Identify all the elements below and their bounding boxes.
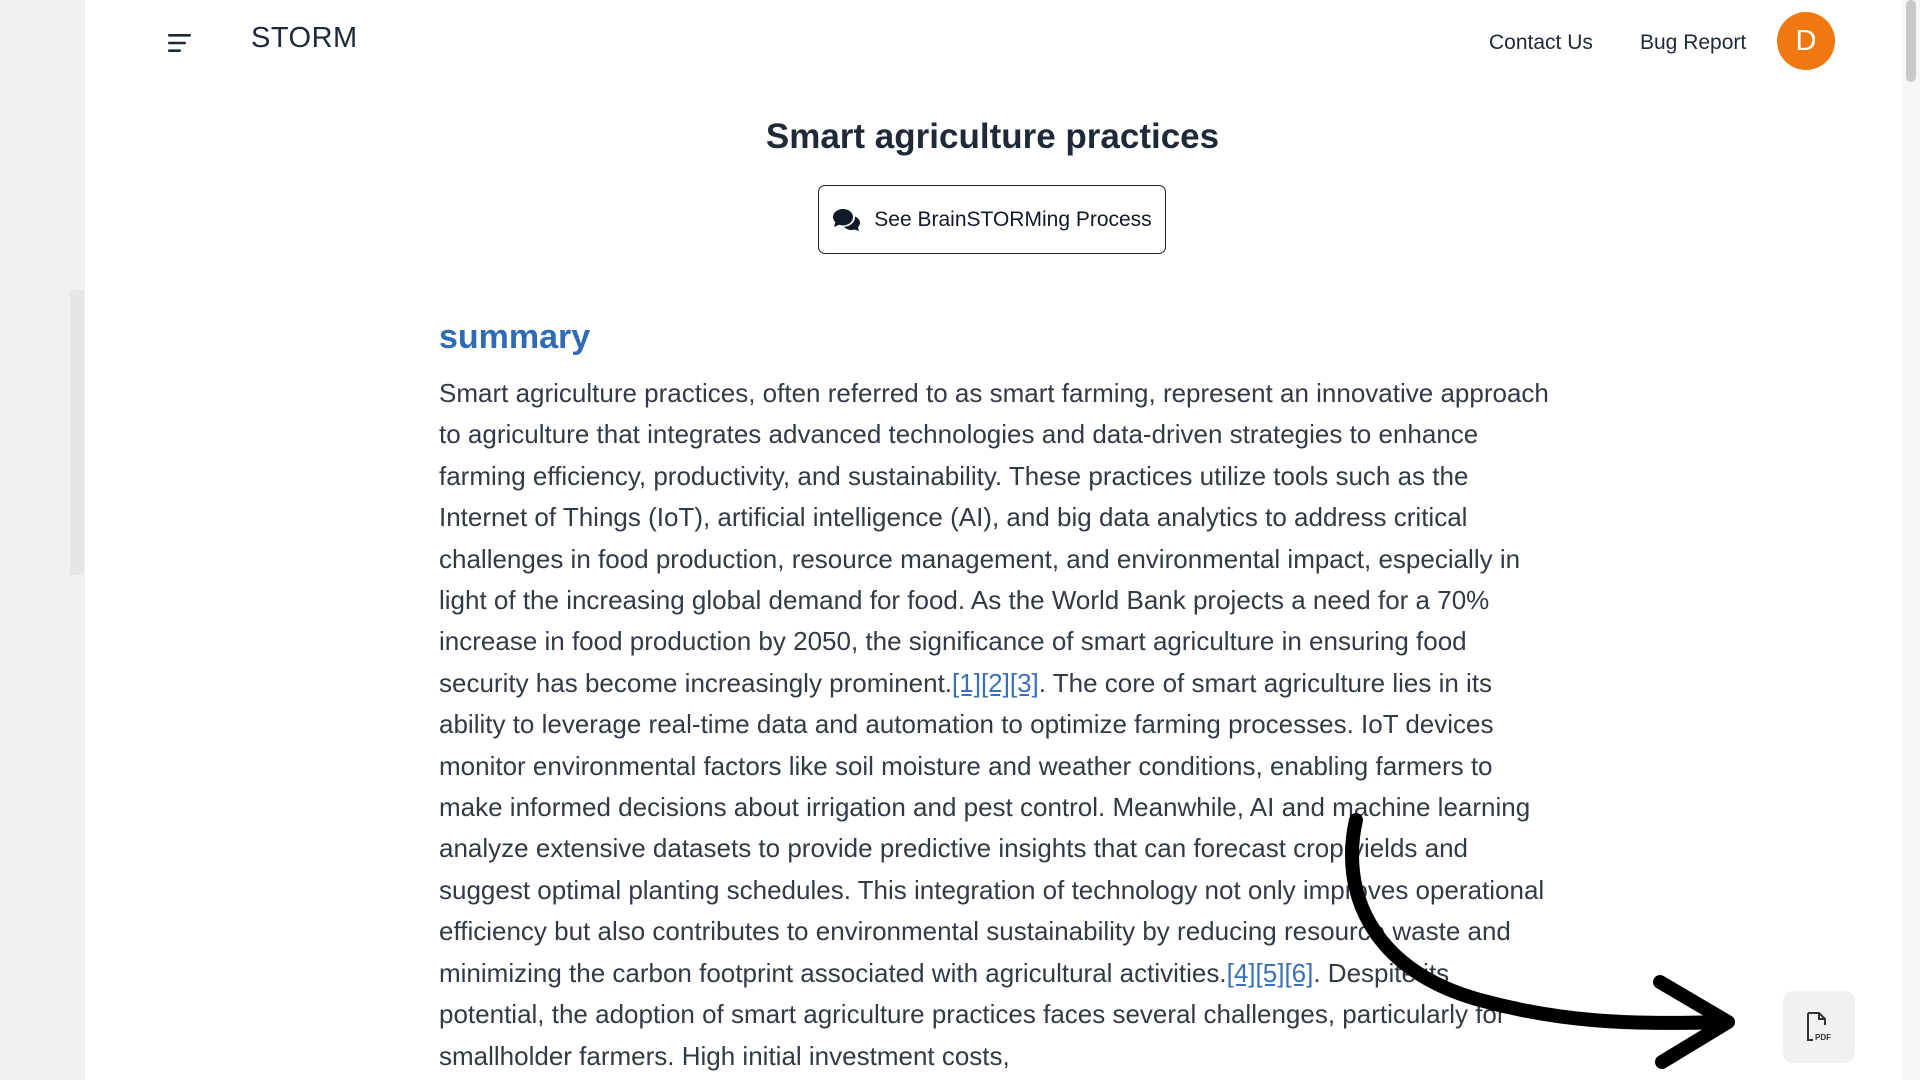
left-gutter bbox=[0, 0, 85, 1080]
left-scroll-track bbox=[70, 290, 84, 575]
brand-logo-text[interactable]: STORM bbox=[251, 22, 358, 55]
citation-link-5[interactable]: [5] bbox=[1256, 958, 1285, 988]
contact-us-link[interactable]: Contact Us bbox=[1489, 31, 1593, 55]
summary-text-part-2: . The core of smart agriculture lies in … bbox=[439, 667, 1545, 988]
bug-report-link[interactable]: Bug Report bbox=[1640, 31, 1746, 55]
user-avatar[interactable]: D bbox=[1777, 12, 1835, 70]
chat-bubbles-icon bbox=[833, 208, 861, 231]
svg-text:PDF: PDF bbox=[1815, 1033, 1831, 1042]
citation-link-4[interactable]: [4] bbox=[1227, 958, 1256, 988]
citation-link-3[interactable]: [3] bbox=[1010, 668, 1039, 698]
brainstorm-button-label: See BrainSTORMing Process bbox=[874, 207, 1152, 231]
menu-lines-icon bbox=[168, 34, 191, 52]
page-title: Smart agriculture practices bbox=[765, 117, 1220, 156]
see-brainstorming-process-button[interactable]: See BrainSTORMing Process bbox=[818, 185, 1166, 254]
citation-link-6[interactable]: [6] bbox=[1284, 958, 1313, 988]
page-scrollbar[interactable] bbox=[1902, 0, 1920, 1080]
download-pdf-button[interactable]: PDF bbox=[1783, 991, 1855, 1063]
scrollbar-thumb[interactable] bbox=[1906, 0, 1916, 82]
summary-paragraph: Smart agriculture practices, often refer… bbox=[439, 373, 1554, 1077]
citation-link-2[interactable]: [2] bbox=[981, 668, 1010, 698]
menu-button[interactable] bbox=[160, 26, 200, 60]
pdf-file-icon: PDF bbox=[1807, 1012, 1831, 1042]
summary-text-part-1: Smart agriculture practices, often refer… bbox=[439, 378, 1549, 698]
section-heading-summary: summary bbox=[439, 318, 591, 356]
citation-link-1[interactable]: [1] bbox=[952, 668, 981, 698]
